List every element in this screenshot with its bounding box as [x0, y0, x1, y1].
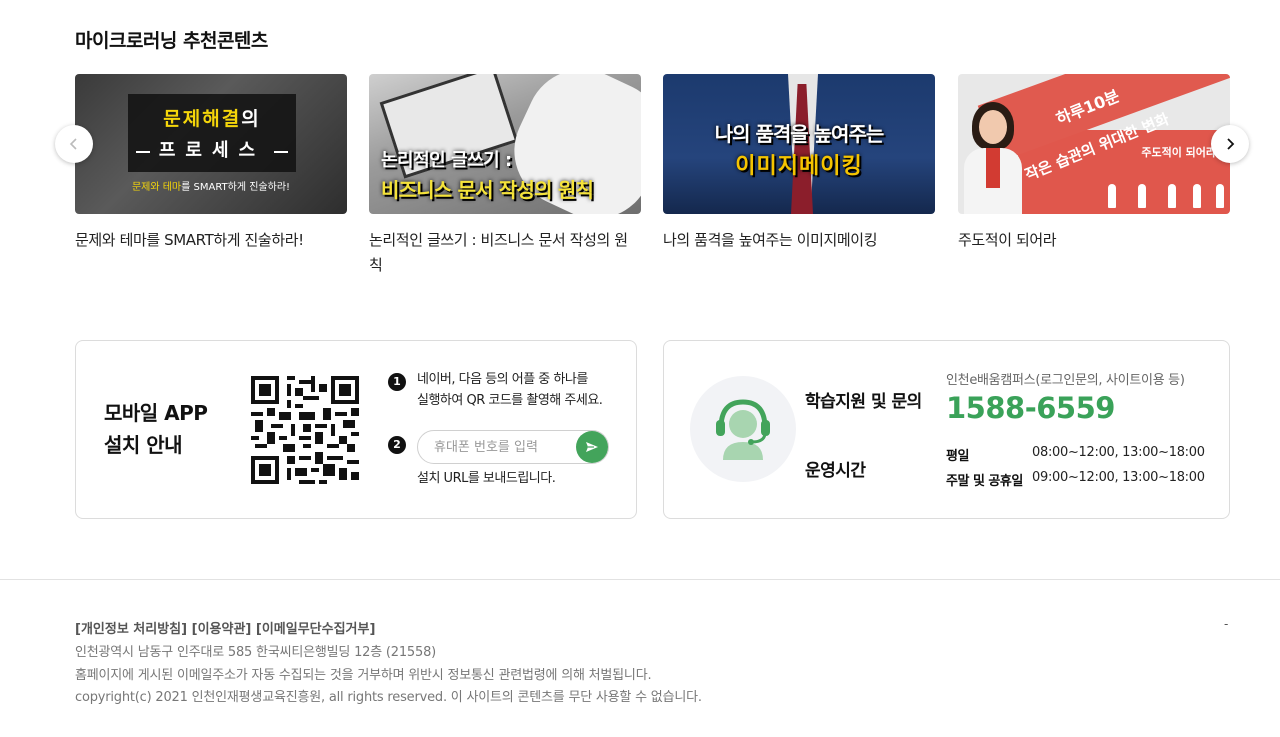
thumbnail-text: 를 SMART하게 진술하라! — [181, 182, 291, 193]
figure-icon — [1193, 184, 1201, 208]
card-thumbnail[interactable]: 하루10분 작은 습관의 위대한 변화 주도적이 되어라 — [958, 74, 1230, 214]
content-carousel: 문제해결의 프로세스 문제와 테마를 SMART하게 진술하라! 문제와 테마를… — [75, 74, 1230, 284]
figure-icon — [1216, 184, 1224, 208]
support-subtitle: 인천e배움캠퍼스(로그인문의, 사이트이용 등) — [946, 373, 1185, 388]
weekend-hours: 09:00~12:00, 13:00~18:00 — [1032, 470, 1205, 485]
support-icon-wrap — [690, 376, 796, 482]
operating-hours-label: 운영시간 — [805, 461, 866, 481]
app-title-line: 설치 안내 — [104, 433, 183, 457]
content-card[interactable]: 문제해결의 프로세스 문제와 테마를 SMART하게 진술하라! 문제와 테마를… — [75, 74, 347, 253]
terms-link[interactable]: [이용약관] — [192, 622, 252, 637]
footer-address: 인천광역시 남동구 인주대로 585 한국씨티은행빌딩 12층 (21558) — [75, 645, 437, 660]
card-caption[interactable]: 논리적인 글쓰기 : 비즈니스 문서 작성의 원칙 — [369, 228, 641, 278]
support-phone-number[interactable]: 1588-6559 — [946, 391, 1115, 425]
app-title-line: 모바일 APP — [104, 401, 208, 425]
figure-icon — [1138, 184, 1146, 208]
thumbnail-text: 해결 — [202, 108, 242, 130]
email-refusal-link[interactable]: [이메일무단수집거부] — [256, 622, 376, 637]
footer-divider — [0, 579, 1280, 580]
step-1-badge: 1 — [388, 373, 406, 391]
step-1-text: 네이버, 다음 등의 어플 중 하나를 실행하여 QR 코드를 촬영해 주세요. — [417, 369, 603, 411]
card-thumbnail[interactable]: 문제해결의 프로세스 문제와 테마를 SMART하게 진술하라! — [75, 74, 347, 214]
footer-notice: 홈페이지에 게시된 이메일주소가 자동 수집되는 것을 거부하며 위반시 정보통… — [75, 668, 652, 683]
woman-illustration — [964, 102, 1022, 214]
weekend-label: 주말 및 공휴일 — [946, 474, 1023, 489]
chevron-right-icon — [1227, 138, 1235, 150]
footer-dash: - — [1224, 617, 1229, 631]
step-2-badge: 2 — [388, 436, 406, 454]
thumbnail-text: 문제와 테마 — [131, 182, 182, 193]
chevron-left-icon — [69, 138, 77, 150]
card-thumbnail[interactable]: 나의 품격을 높여주는 이미지메이킹 — [663, 74, 935, 214]
weekday-label: 평일 — [946, 449, 969, 464]
app-title: 모바일 APP 설치 안내 — [104, 397, 208, 461]
content-card[interactable]: 하루10분 작은 습관의 위대한 변화 주도적이 되어라 주도적이 되어라 — [958, 74, 1230, 253]
thumbnail-text: 문제 — [163, 108, 203, 130]
divider — [274, 151, 288, 153]
mobile-app-panel: 모바일 APP 설치 안내 1 네이버, 다음 등의 어플 중 하나를 실행하여… — [75, 340, 637, 519]
privacy-policy-link[interactable]: [개인정보 처리방침] — [75, 622, 187, 637]
footer-links: [개인정보 처리방침] [이용약관] [이메일무단수집거부] — [75, 618, 375, 637]
card-caption[interactable]: 주도적이 되어라 — [958, 228, 1230, 253]
thumbnail-text: 주도적이 되어라 — [1141, 146, 1216, 159]
thumbnail-text: 프로세스 — [158, 140, 266, 161]
footer-copyright: copyright(c) 2021 인천인재평생교육진흥원, all right… — [75, 690, 702, 705]
support-heading: 학습지원 및 문의 — [805, 392, 922, 412]
carousel-prev-button[interactable] — [55, 125, 93, 163]
content-card[interactable]: 논리적인 글쓰기 : 비즈니스 문서 작성의 원칙 논리적인 글쓰기 : 비즈니… — [369, 74, 641, 278]
thumbnail-text: 의 — [241, 108, 261, 130]
card-caption[interactable]: 나의 품격을 높여주는 이미지메이킹 — [663, 228, 935, 253]
send-button[interactable] — [576, 431, 608, 463]
thumbnail-text: 논리적인 글쓰기 : — [381, 150, 512, 171]
thumbnail-text: 비즈니스 문서 작성의 원칙 — [381, 178, 594, 202]
weekday-hours: 08:00~12:00, 13:00~18:00 — [1032, 445, 1205, 460]
step-2-text: 설치 URL를 보내드립니다. — [417, 471, 556, 486]
qr-code-icon — [251, 376, 359, 484]
figure-icon — [1168, 184, 1176, 208]
support-panel: 학습지원 및 문의 운영시간 인천e배움캠퍼스(로그인문의, 사이트이용 등) … — [663, 340, 1230, 519]
send-arrow-icon — [586, 442, 598, 452]
card-thumbnail[interactable]: 논리적인 글쓰기 : 비즈니스 문서 작성의 원칙 — [369, 74, 641, 214]
figure-icon — [1108, 184, 1116, 208]
step-1-line: 네이버, 다음 등의 어플 중 하나를 — [417, 372, 588, 387]
content-card[interactable]: 나의 품격을 높여주는 이미지메이킹 나의 품격을 높여주는 이미지메이킹 — [663, 74, 935, 253]
thumbnail-text: 나의 품격을 높여주는 — [714, 122, 885, 146]
thumbnail-title-box: 문제해결의 프로세스 — [128, 94, 296, 172]
carousel-next-button[interactable] — [1211, 125, 1249, 163]
headset-agent-icon — [716, 399, 770, 460]
thumbnail-text: 이미지메이킹 — [735, 154, 863, 179]
step-1-line: 실행하여 QR 코드를 촬영해 주세요. — [417, 393, 603, 408]
card-caption[interactable]: 문제와 테마를 SMART하게 진술하라! — [75, 228, 347, 253]
section-title: 마이크로러닝 추천콘텐츠 — [75, 30, 268, 52]
